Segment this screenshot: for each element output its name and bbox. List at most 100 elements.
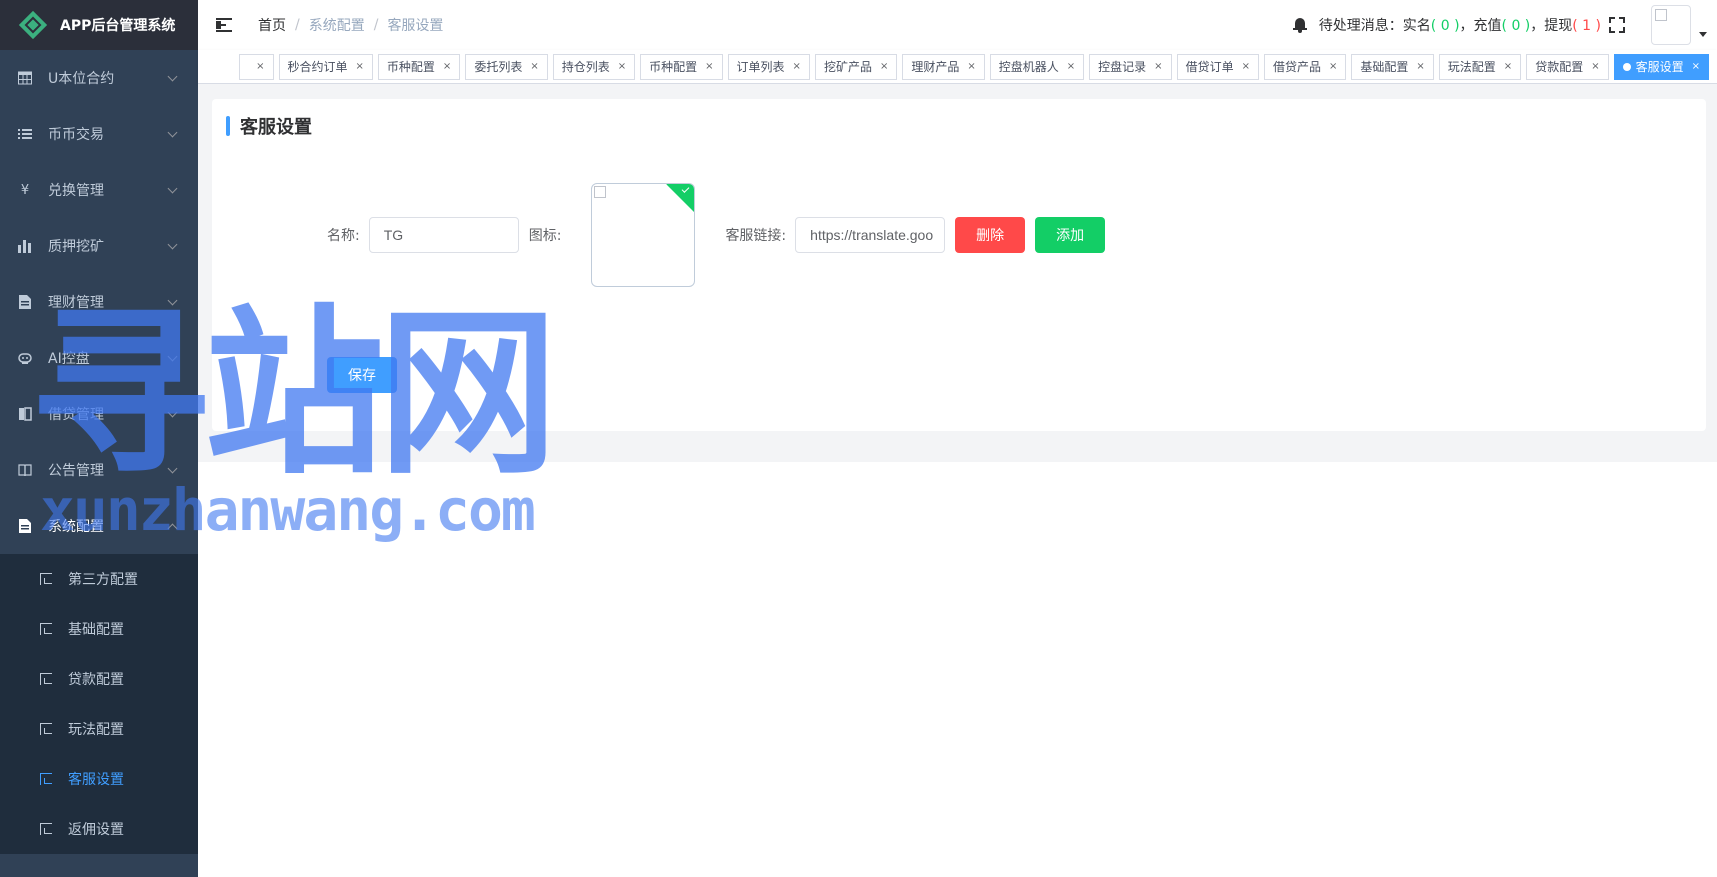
close-icon[interactable]: × xyxy=(1591,55,1599,79)
icon-label: 图标: xyxy=(528,228,562,244)
sidebar-item-label: 系统配置 xyxy=(48,519,104,535)
sidebar-item-label: 质押挖矿 xyxy=(48,239,104,255)
system-config-submenu: 第三方配置 基础配置 贷款配置 玩法配置 客服设置 返佣设置 xyxy=(0,554,198,854)
submenu-item-label: 玩法配置 xyxy=(68,722,124,738)
broken-image-icon xyxy=(594,186,607,198)
comma: ， xyxy=(1459,18,1474,34)
sidebar-item-exchange[interactable]: ¥ 兑换管理 xyxy=(0,162,198,218)
tag-item[interactable]: 控盘记录 × xyxy=(1089,54,1172,80)
tag-label: 持仓列表 xyxy=(561,60,610,74)
comma: ， xyxy=(1530,18,1545,34)
realname-count: ( 0 ) xyxy=(1430,18,1460,34)
save-button[interactable]: 保存 xyxy=(327,357,397,393)
book-icon xyxy=(18,407,32,421)
close-icon[interactable]: × xyxy=(256,55,264,79)
submenu-item-basic-config[interactable]: 基础配置 xyxy=(0,604,198,654)
submenu-item-rebate[interactable]: 返佣设置 xyxy=(0,804,198,854)
title-accent-bar xyxy=(226,116,230,136)
chevron-down-icon xyxy=(167,351,178,362)
tree-icon xyxy=(40,823,52,835)
close-icon[interactable]: × xyxy=(1242,55,1250,79)
tag-item[interactable]: 币种配置 × xyxy=(640,54,723,80)
close-icon[interactable]: × xyxy=(1154,55,1162,79)
robot-icon xyxy=(18,351,32,365)
sidebar-item-announcement[interactable]: 公告管理 xyxy=(0,442,198,498)
tag-item[interactable]: 借贷订单 × xyxy=(1176,54,1259,80)
tags-view: × 秒合约订单 × 币种配置 × 委托列表 × 持仓列表 × 币种配置 × 订单列表 × 挖… xyxy=(198,50,1717,84)
tag-item-active[interactable]: 客服设置 × xyxy=(1613,54,1709,80)
tree-icon xyxy=(40,773,52,785)
close-icon[interactable]: × xyxy=(967,55,975,79)
close-icon[interactable]: × xyxy=(1416,55,1424,79)
avatar[interactable] xyxy=(1651,5,1691,45)
pending-label: 待处理消息： xyxy=(1318,18,1403,34)
sidebar-item-u-contract[interactable]: U本位合约 xyxy=(0,50,198,106)
tag-item[interactable]: × xyxy=(239,54,274,80)
sidebar-item-ai-control[interactable]: AI控盘 xyxy=(0,330,198,386)
close-icon[interactable]: × xyxy=(793,55,801,79)
submenu-item-label: 返佣设置 xyxy=(68,822,124,838)
tag-item[interactable]: 订单列表 × xyxy=(727,54,810,80)
submenu-item-label: 第三方配置 xyxy=(68,572,138,588)
realname-link[interactable]: 实名 xyxy=(1403,18,1431,34)
withdraw-link[interactable]: 提现 xyxy=(1544,18,1572,34)
close-icon[interactable]: × xyxy=(1504,55,1512,79)
tag-item[interactable]: 控盘机器人 × xyxy=(989,54,1085,80)
caret-down-icon[interactable] xyxy=(1699,31,1707,37)
active-dot-icon xyxy=(1622,63,1631,71)
bell-icon[interactable] xyxy=(1292,18,1307,33)
logo[interactable]: APP后台管理系统 xyxy=(0,0,198,50)
submenu-item-third-party[interactable]: 第三方配置 xyxy=(0,554,198,604)
close-icon[interactable]: × xyxy=(705,55,713,79)
sidebar-item-staking[interactable]: 质押挖矿 xyxy=(0,218,198,274)
recharge-link[interactable]: 充值 xyxy=(1474,18,1502,34)
submenu-item-customer-service[interactable]: 客服设置 xyxy=(0,754,198,804)
close-icon[interactable]: × xyxy=(356,55,364,79)
tag-label: 借贷产品 xyxy=(1272,60,1321,74)
tag-item[interactable]: 秒合约订单 × xyxy=(278,54,373,80)
tag-item[interactable]: 委托列表 × xyxy=(465,54,548,80)
sidebar-item-coin-trade[interactable]: 币币交易 xyxy=(0,106,198,162)
close-icon[interactable]: × xyxy=(618,55,626,79)
tag-label: 借贷订单 xyxy=(1185,60,1234,74)
sidebar-item-finance[interactable]: 理财管理 xyxy=(0,274,198,330)
close-icon[interactable]: × xyxy=(880,55,888,79)
submenu-item-gameplay-config[interactable]: 玩法配置 xyxy=(0,704,198,754)
icon-uploader[interactable] xyxy=(591,183,696,287)
tag-item[interactable]: 玩法配置 × xyxy=(1438,54,1522,80)
add-button[interactable]: 添加 xyxy=(1035,217,1106,253)
sidebar-item-label: 兑换管理 xyxy=(48,183,104,199)
link-input[interactable]: https://translate.goo xyxy=(795,217,946,253)
sidebar-item-system-config[interactable]: 系统配置 xyxy=(0,498,198,554)
tag-item[interactable]: 理财产品 × xyxy=(902,54,985,80)
tag-item[interactable]: 持仓列表 × xyxy=(552,54,636,80)
tags-list: × 秒合约订单 × 币种配置 × 委托列表 × 持仓列表 × 币种配置 × 订单列表 × 挖… xyxy=(234,54,1709,80)
tag-item[interactable]: 借贷产品 × xyxy=(1263,54,1347,80)
sidebar-item-label: 借贷管理 xyxy=(48,407,104,423)
hamburger-icon[interactable] xyxy=(216,18,234,32)
chevron-down-icon xyxy=(167,463,178,474)
app-title: APP后台管理系统 xyxy=(60,18,176,34)
delete-button[interactable]: 删除 xyxy=(955,217,1026,253)
upload-success-badge xyxy=(666,184,695,213)
close-icon[interactable]: × xyxy=(1067,55,1075,79)
close-icon[interactable]: × xyxy=(443,55,451,79)
tag-item[interactable]: 基础配置 × xyxy=(1351,54,1434,80)
settings-card: 客服设置 名称: TG 图标: 客服链接: https://translate.… xyxy=(212,99,1706,431)
tag-item[interactable]: 币种配置 × xyxy=(377,54,461,80)
submenu-item-label: 客服设置 xyxy=(68,772,124,788)
submenu-item-loan-config[interactable]: 贷款配置 xyxy=(0,654,198,704)
chevron-down-icon xyxy=(167,407,178,418)
close-icon[interactable]: × xyxy=(1692,55,1700,79)
close-icon[interactable]: × xyxy=(1329,55,1337,79)
sidebar-item-loan[interactable]: 借贷管理 xyxy=(0,386,198,442)
breadcrumb-current: 客服设置 xyxy=(387,18,444,34)
tag-item[interactable]: 挖矿产品 × xyxy=(814,54,898,80)
name-input[interactable]: TG xyxy=(368,217,519,253)
tag-item[interactable]: 贷款配置 × xyxy=(1526,54,1609,80)
sidebar-menu: U本位合约 币币交易 ¥ 兑换管理 质押挖矿 理财管理 AI控盘 借贷管理 公告… xyxy=(0,50,198,554)
card-header: 客服设置 xyxy=(226,115,312,138)
close-icon[interactable]: × xyxy=(530,55,538,79)
breadcrumb-home[interactable]: 首页 xyxy=(258,15,286,35)
fullscreen-icon[interactable] xyxy=(1609,17,1625,33)
